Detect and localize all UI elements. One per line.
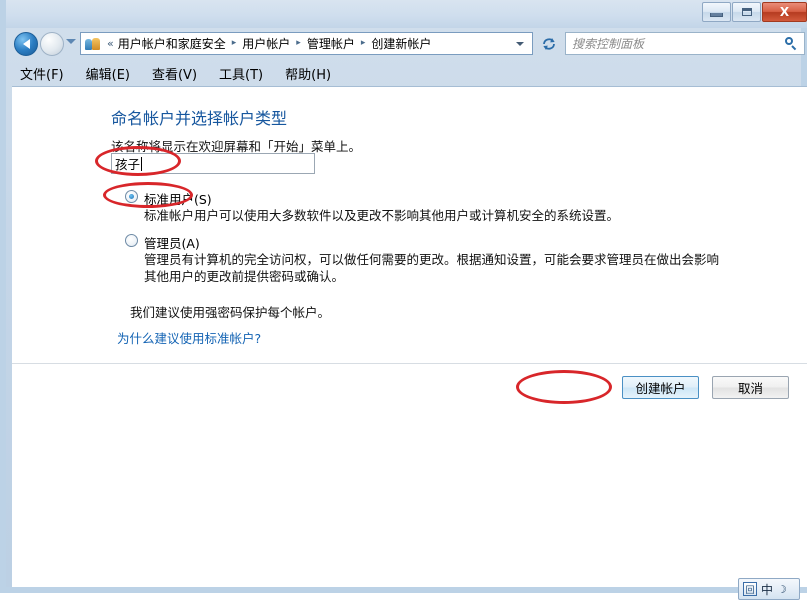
address-bar-row: « 用户帐户和家庭安全 ▸ 用户帐户 ▸ 管理帐户 ▸ 创建新帐户 搜索控制面板: [6, 28, 807, 60]
maximize-icon: [741, 8, 752, 16]
menu-item-help[interactable]: 帮助(H): [285, 64, 331, 83]
maximize-button[interactable]: [732, 2, 761, 22]
refresh-icon: [542, 37, 555, 50]
account-name-input[interactable]: 孩子: [111, 153, 315, 174]
breadcrumb-separator-icon: ▸: [296, 38, 301, 48]
breadcrumb-item-3[interactable]: 创建新帐户: [369, 34, 433, 53]
radio-administrator-description: 管理员有计算机的完全访问权，可以做任何需要的更改。根据通知设置，可能会要求管理员…: [144, 252, 720, 284]
create-account-button[interactable]: 创建帐户: [622, 376, 699, 399]
radio-standard-user[interactable]: 标准用户(S): [125, 189, 212, 208]
breadcrumb-item-1[interactable]: 用户帐户: [240, 34, 292, 53]
address-dropdown-chevron-down-icon[interactable]: [516, 41, 524, 46]
back-button[interactable]: [14, 32, 38, 56]
close-icon: X: [779, 5, 790, 19]
title-bar: X: [6, 0, 807, 28]
radio-administrator-label: 管理员(A): [144, 236, 200, 251]
user-accounts-icon: [85, 36, 101, 52]
account-name-value: 孩子: [115, 157, 141, 172]
search-box[interactable]: 搜索控制面板: [565, 32, 805, 55]
why-standard-account-link[interactable]: 为什么建议使用标准帐户?: [117, 328, 261, 347]
search-icon: [784, 36, 798, 51]
breadcrumb-item-0[interactable]: 用户帐户和家庭安全: [116, 34, 228, 53]
menu-item-file[interactable]: 文件(F): [20, 64, 64, 83]
minimize-icon: [710, 12, 723, 17]
password-recommendation-text: 我们建议使用强密码保护每个帐户。: [130, 305, 331, 320]
text-cursor: [141, 156, 143, 171]
forward-button[interactable]: [40, 32, 64, 56]
ime-mode-indicator[interactable]: 中: [761, 581, 773, 598]
menu-bar: 文件(F) 编辑(E) 查看(V) 工具(T) 帮助(H): [6, 60, 807, 86]
control-panel-window: X « 用户帐户和家庭安全 ▸ 用户帐户 ▸ 管理帐户 ▸ 创建新帐户 搜索控制…: [0, 0, 807, 593]
address-bar[interactable]: « 用户帐户和家庭安全 ▸ 用户帐户 ▸ 管理帐户 ▸ 创建新帐户: [80, 32, 533, 55]
arrow-left-icon: [22, 39, 30, 49]
content-pane: 命名帐户并选择帐户类型 该名称将显示在欢迎屏幕和「开始」菜单上。 孩子 标准用户…: [12, 86, 807, 587]
breadcrumb-overflow-chevrons[interactable]: «: [107, 37, 114, 50]
minimize-button[interactable]: [702, 2, 731, 22]
search-input[interactable]: 搜索控制面板: [572, 35, 784, 52]
refresh-button[interactable]: [537, 32, 560, 55]
close-button[interactable]: X: [762, 2, 807, 22]
radio-administrator-dot[interactable]: [125, 234, 138, 247]
radio-standard-user-description: 标准帐户用户可以使用大多数软件以及更改不影响其他用户或计算机安全的系统设置。: [144, 208, 620, 223]
moon-icon[interactable]: ☽: [777, 583, 787, 596]
cancel-button[interactable]: 取消: [712, 376, 789, 399]
radio-standard-user-dot[interactable]: [125, 190, 138, 203]
radio-standard-user-label: 标准用户(S): [144, 192, 212, 207]
menu-item-tools[interactable]: 工具(T): [219, 64, 263, 83]
window-controls: X: [702, 2, 807, 22]
page-title: 命名帐户并选择帐户类型: [111, 109, 288, 128]
desktop-background: [0, 593, 807, 600]
dialog-button-bar: 创建帐户 取消: [622, 376, 789, 399]
radio-administrator[interactable]: 管理员(A): [125, 233, 200, 252]
menu-item-view[interactable]: 查看(V): [152, 64, 197, 83]
ime-logo-icon[interactable]: 回: [743, 582, 757, 596]
footer-divider: [12, 363, 807, 364]
breadcrumb-separator-icon: ▸: [360, 38, 366, 48]
recent-locations-chevron-down-icon[interactable]: [66, 39, 76, 44]
menu-item-edit[interactable]: 编辑(E): [86, 64, 130, 83]
breadcrumb-item-2[interactable]: 管理帐户: [305, 34, 357, 53]
breadcrumb-separator-icon: ▸: [231, 38, 237, 48]
ime-language-bar[interactable]: 回 中 ☽: [738, 578, 800, 600]
